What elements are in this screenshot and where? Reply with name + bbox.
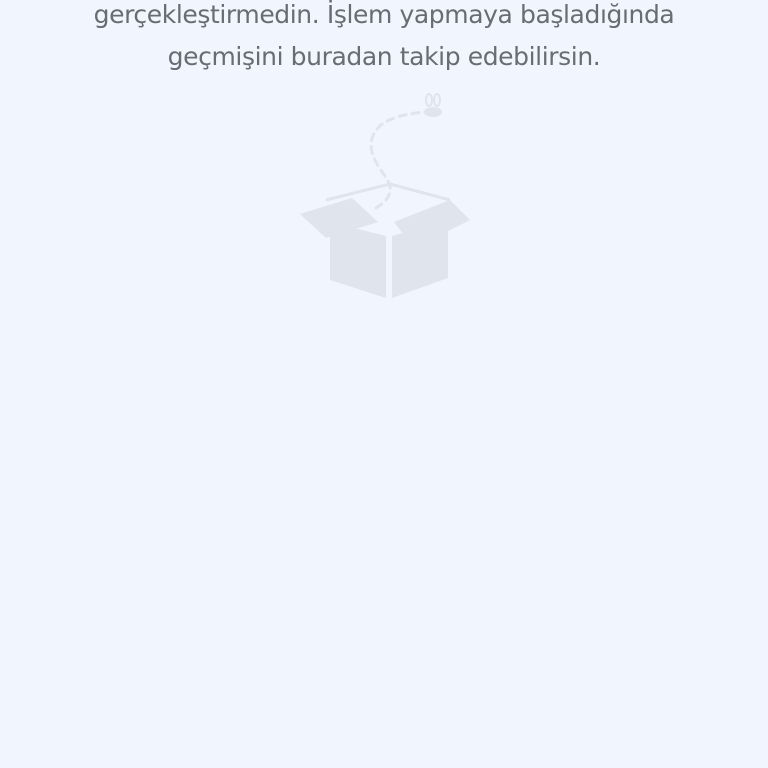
empty-state-message-line-2: geçmişini buradan takip edebilirsin. — [167, 42, 601, 71]
empty-state-message: gerçekleştirmedin. İşlem yapmaya başladı… — [0, 0, 768, 78]
empty-history-screen: gerçekleştirmedin. İşlem yapmaya başladı… — [0, 0, 768, 768]
empty-box-with-fly-icon — [300, 93, 470, 298]
empty-state-message-line-1: gerçekleştirmedin. İşlem yapmaya başladı… — [93, 0, 675, 29]
